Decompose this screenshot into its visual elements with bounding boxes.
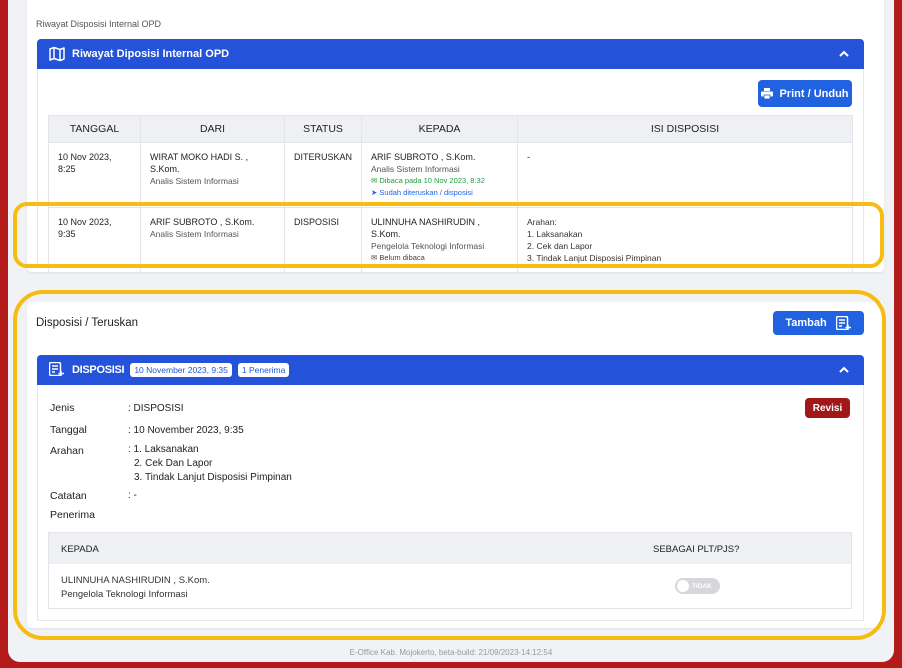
table-row: 10 Nov 2023, 8:25 WIRAT MOKO HADI S. , S… xyxy=(48,142,853,208)
page: Riwayat Disposisi Internal OPD Riwayat D… xyxy=(8,0,894,662)
highlight-history-row xyxy=(13,202,884,268)
chevron-up-icon[interactable] xyxy=(838,48,850,60)
row-status: DITERUSKAN xyxy=(283,142,363,208)
forward-status: ➤ Sudah diteruskan / disposisi xyxy=(371,188,473,197)
from-name: WIRAT MOKO HADI S. , S.Kom. xyxy=(150,152,249,174)
from-position: Analis Sistem Informasi xyxy=(150,176,239,186)
print-label: Print / Unduh xyxy=(779,87,849,100)
history-panel-title: Riwayat Diposisi Internal OPD xyxy=(72,48,230,60)
print-button[interactable]: Print / Unduh xyxy=(758,80,852,107)
to-name: ARIF SUBROTO , S.Kom. xyxy=(371,152,476,162)
map-icon xyxy=(49,46,65,62)
column-header: TANGGAL xyxy=(48,115,141,143)
footer: E-Office Kab. Mojokerto, beta-build: 21/… xyxy=(349,648,553,657)
column-header: STATUS xyxy=(283,115,363,143)
column-header: DARI xyxy=(140,115,285,143)
highlight-disposition-section xyxy=(13,290,886,640)
to-position: Analis Sistem Informasi xyxy=(371,164,460,174)
history-panel-header[interactable]: Riwayat Diposisi Internal OPD xyxy=(37,39,864,69)
column-header: KEPADA xyxy=(361,115,519,143)
row-date: 10 Nov 2023, 8:25 xyxy=(48,142,141,208)
breadcrumb: Riwayat Disposisi Internal OPD xyxy=(36,19,162,29)
column-header: ISI DISPOSISI xyxy=(517,115,853,143)
row-to: ARIF SUBROTO , S.Kom. Analis Sistem Info… xyxy=(361,142,519,208)
row-from: WIRAT MOKO HADI S. , S.Kom. Analis Siste… xyxy=(140,142,285,208)
row-content: - xyxy=(517,142,853,208)
printer-icon xyxy=(761,88,774,99)
read-status: ✉ Dibaca pada 10 Nov 2023, 8:32 xyxy=(371,176,485,185)
